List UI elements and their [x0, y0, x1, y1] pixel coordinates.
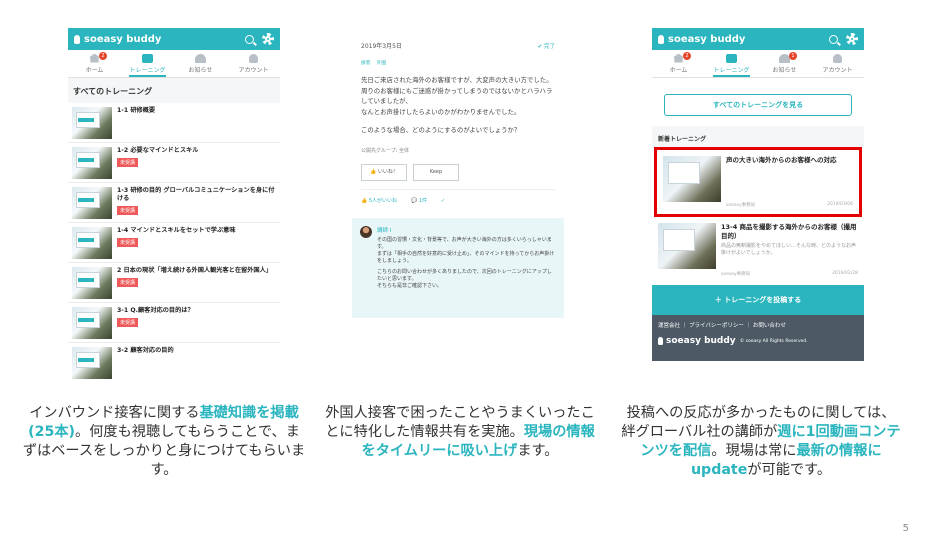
search-icon[interactable]	[829, 34, 838, 44]
list-item[interactable]: 1-2 必要なマインドとスキル 未受講	[68, 143, 280, 183]
video-thumbnail	[663, 156, 721, 202]
status-badge: 未受講	[117, 206, 139, 215]
training-icon	[726, 53, 737, 63]
avatar	[360, 226, 372, 238]
caption-delivery: 投稿への反応が多かったものに関しては、絆グローバル社の講師が週に1回動画コンテン…	[621, 405, 901, 478]
tab-notice[interactable]: お知らせ 1	[758, 50, 811, 77]
page-number: 5	[902, 523, 909, 534]
like-button[interactable]: 👍 いいね！	[361, 164, 407, 181]
section-title: 新着トレーニング	[652, 126, 864, 147]
keep-button[interactable]: Keep	[413, 164, 459, 181]
comment: 講師 I その国の習慣・文化・背景等で、お声が大きい海外の方は多くいらっしゃいま…	[352, 218, 564, 318]
card-author: soeasy事務局	[726, 203, 756, 208]
list-item[interactable]: 3-2 顧客対応の目的	[68, 343, 280, 380]
card-description: 商品の無断撮影をやめてほしい…そんな時、どのようなお声掛けがよいでしょうか。	[721, 243, 857, 256]
status-badge: ✔ 完了	[537, 44, 555, 50]
video-thumbnail	[658, 223, 716, 269]
post-body: 周りのお客様にもご迷惑が掛かってしまうのではないかとハラハラしていましたが、	[361, 86, 553, 106]
tag-link[interactable]: 外国	[377, 61, 387, 66]
card-author: soeasy事務局	[721, 272, 751, 277]
view-all-trainings-button[interactable]: すべてのトレーニングを見る	[664, 94, 852, 116]
tab-training[interactable]: トレーニング	[705, 50, 758, 77]
post: 2019年3月5日 ✔ 完了 接客 外国 先日ご来店された海外のお客様ですが、大変声…	[352, 32, 564, 212]
bell-icon	[195, 53, 206, 63]
comment-count[interactable]: 💬 1件	[411, 196, 427, 207]
tab-notice[interactable]: お知らせ	[174, 50, 227, 77]
comment-text: その国の習慣・文化・背景等で、お声が大きい海外の方は多くいらっしゃいます。	[377, 237, 552, 250]
person-icon	[249, 53, 258, 63]
search-icon[interactable]	[245, 34, 254, 44]
phone-screen-post-detail: 2019年3月5日 ✔ 完了 接客 外国 先日ご来店された海外のお客様ですが、大変声…	[352, 32, 564, 380]
phone-screen-training-list: soeasy buddy ホーム 2 トレーニング お知らせ アカウント すべての…	[68, 28, 280, 380]
video-thumbnail	[72, 147, 112, 179]
tab-account[interactable]: アカウント	[811, 50, 864, 77]
like-count[interactable]: 👍 5人がいいね	[361, 196, 397, 207]
card-title: 声の大きい海外からのお客様への対応	[726, 156, 837, 164]
post-training-button[interactable]: ＋ トレーニングを投稿する	[652, 285, 864, 315]
app-footer: 運営会社 ｜ プライバシーポリシー ｜ お問い合わせ soeasy buddy ©…	[652, 315, 864, 361]
list-item[interactable]: 1-1 研修概要	[68, 103, 280, 143]
card-title: 13-4 商品を撮影する海外からのお客様（撮用目的）	[721, 223, 857, 240]
status-badge: 未受講	[117, 278, 139, 287]
commenter-name[interactable]: 講師 I	[377, 226, 556, 234]
gear-icon[interactable]	[262, 33, 274, 45]
app-logo[interactable]: soeasy buddy	[74, 34, 245, 45]
app-logo[interactable]: soeasy buddy	[658, 34, 829, 45]
list-item[interactable]: 1-4 マインドとスキルをセットで学ぶ意味 未受講	[68, 223, 280, 263]
post-group: 公開先グループ: 全体	[361, 147, 409, 154]
comment-text: そちらも是非ご確認下さい。	[377, 283, 443, 289]
phone-screen-training-home: soeasy buddy ホーム 2 トレーニング お知らせ 1 アカウント すべて…	[652, 28, 864, 380]
reaction-bar: 👍 5人がいいね 💬 1件 ✓	[361, 188, 555, 213]
post-body: このような場合、どのようにするのがよいでしょうか？	[361, 126, 521, 134]
app-header: soeasy buddy	[652, 28, 864, 50]
bulb-icon	[74, 34, 80, 44]
footer-logo: soeasy buddy © soeasy All Rights Reserved…	[658, 336, 858, 346]
video-thumbnail	[72, 187, 112, 219]
video-thumbnail	[72, 267, 112, 299]
post-date: 2019年3月5日	[361, 43, 402, 50]
tag-link[interactable]: 接客	[361, 61, 371, 66]
caption-training: インバウンド接客に関する基礎知識を掲載(25本)。何度も視聴してもらうことで、ま…	[22, 405, 306, 478]
video-thumbnail	[72, 107, 112, 139]
person-icon	[833, 53, 842, 63]
tab-account[interactable]: アカウント	[227, 50, 280, 77]
footer-links[interactable]: 運営会社 ｜ プライバシーポリシー ｜ お問い合わせ	[658, 321, 858, 329]
notification-badge: 1	[789, 52, 797, 60]
training-list: 1-1 研修概要 1-2 必要なマインドとスキル 未受講 1-3 研修の目的 グロ…	[68, 103, 280, 380]
post-body: なんとお声掛けしたらよいのかがわかりませんでした。	[361, 107, 521, 116]
training-icon	[142, 53, 153, 63]
status-badge: 未受講	[117, 158, 139, 167]
tab-training[interactable]: トレーニング	[121, 50, 174, 77]
card-date: 2019/02/28	[832, 271, 858, 276]
post-body: 先日ご来店された海外のお客様ですが、大変声の大きい方でした。	[361, 76, 553, 84]
training-card[interactable]: 13-4 商品を撮影する海外からのお客様（撮用目的） 商品の無断撮影をやめてほし…	[652, 217, 864, 283]
status-badge: 未受講	[117, 238, 139, 247]
notification-badge: 2	[99, 52, 107, 60]
post-tags: 接客 外国	[361, 59, 555, 70]
app-header: soeasy buddy	[68, 28, 280, 50]
status-badge: 未受講	[117, 318, 139, 327]
gear-icon[interactable]	[846, 33, 858, 45]
list-item[interactable]: 2 日本の現状「増え続ける外国人観光客と在留外国人」 未受講	[68, 263, 280, 303]
video-thumbnail	[72, 227, 112, 259]
comment-text: まずは「相手の自然を好意的に受け止め」、そのマインドを持ってからお声掛けをしまし…	[377, 251, 555, 264]
tab-home[interactable]: ホーム 2	[652, 50, 705, 77]
card-date: 2019/03/06	[827, 202, 853, 207]
training-card-highlighted[interactable]: 声の大きい海外からのお客様への対応 soeasy事務局 2019/03/06	[654, 147, 862, 217]
tab-nav: ホーム 2 トレーニング お知らせ 1 アカウント	[652, 50, 864, 78]
check-icon[interactable]: ✓	[441, 196, 445, 207]
bulb-icon	[658, 337, 663, 345]
video-thumbnail	[72, 307, 112, 339]
list-item[interactable]: 3-1 Q.顧客対応の目的は？ 未受講	[68, 303, 280, 343]
tab-nav: ホーム 2 トレーニング お知らせ アカウント	[68, 50, 280, 78]
caption-sharing: 外国人接客で困ったことやうまくいったことに特化した情報共有を実施。現場の情報をタ…	[325, 405, 595, 459]
list-item[interactable]: 1-3 研修の目的 グローバルコミュニケーションを身に付ける 未受講	[68, 183, 280, 223]
section-title: すべてのトレーニング	[68, 78, 280, 103]
notification-badge: 2	[683, 52, 691, 60]
bulb-icon	[658, 34, 664, 44]
tab-home[interactable]: ホーム 2	[68, 50, 121, 77]
video-thumbnail	[72, 347, 112, 379]
comment-text: こちらのお問い合わせが多くありましたので、次回のトレーニングにアップしたいと思い…	[377, 269, 552, 282]
